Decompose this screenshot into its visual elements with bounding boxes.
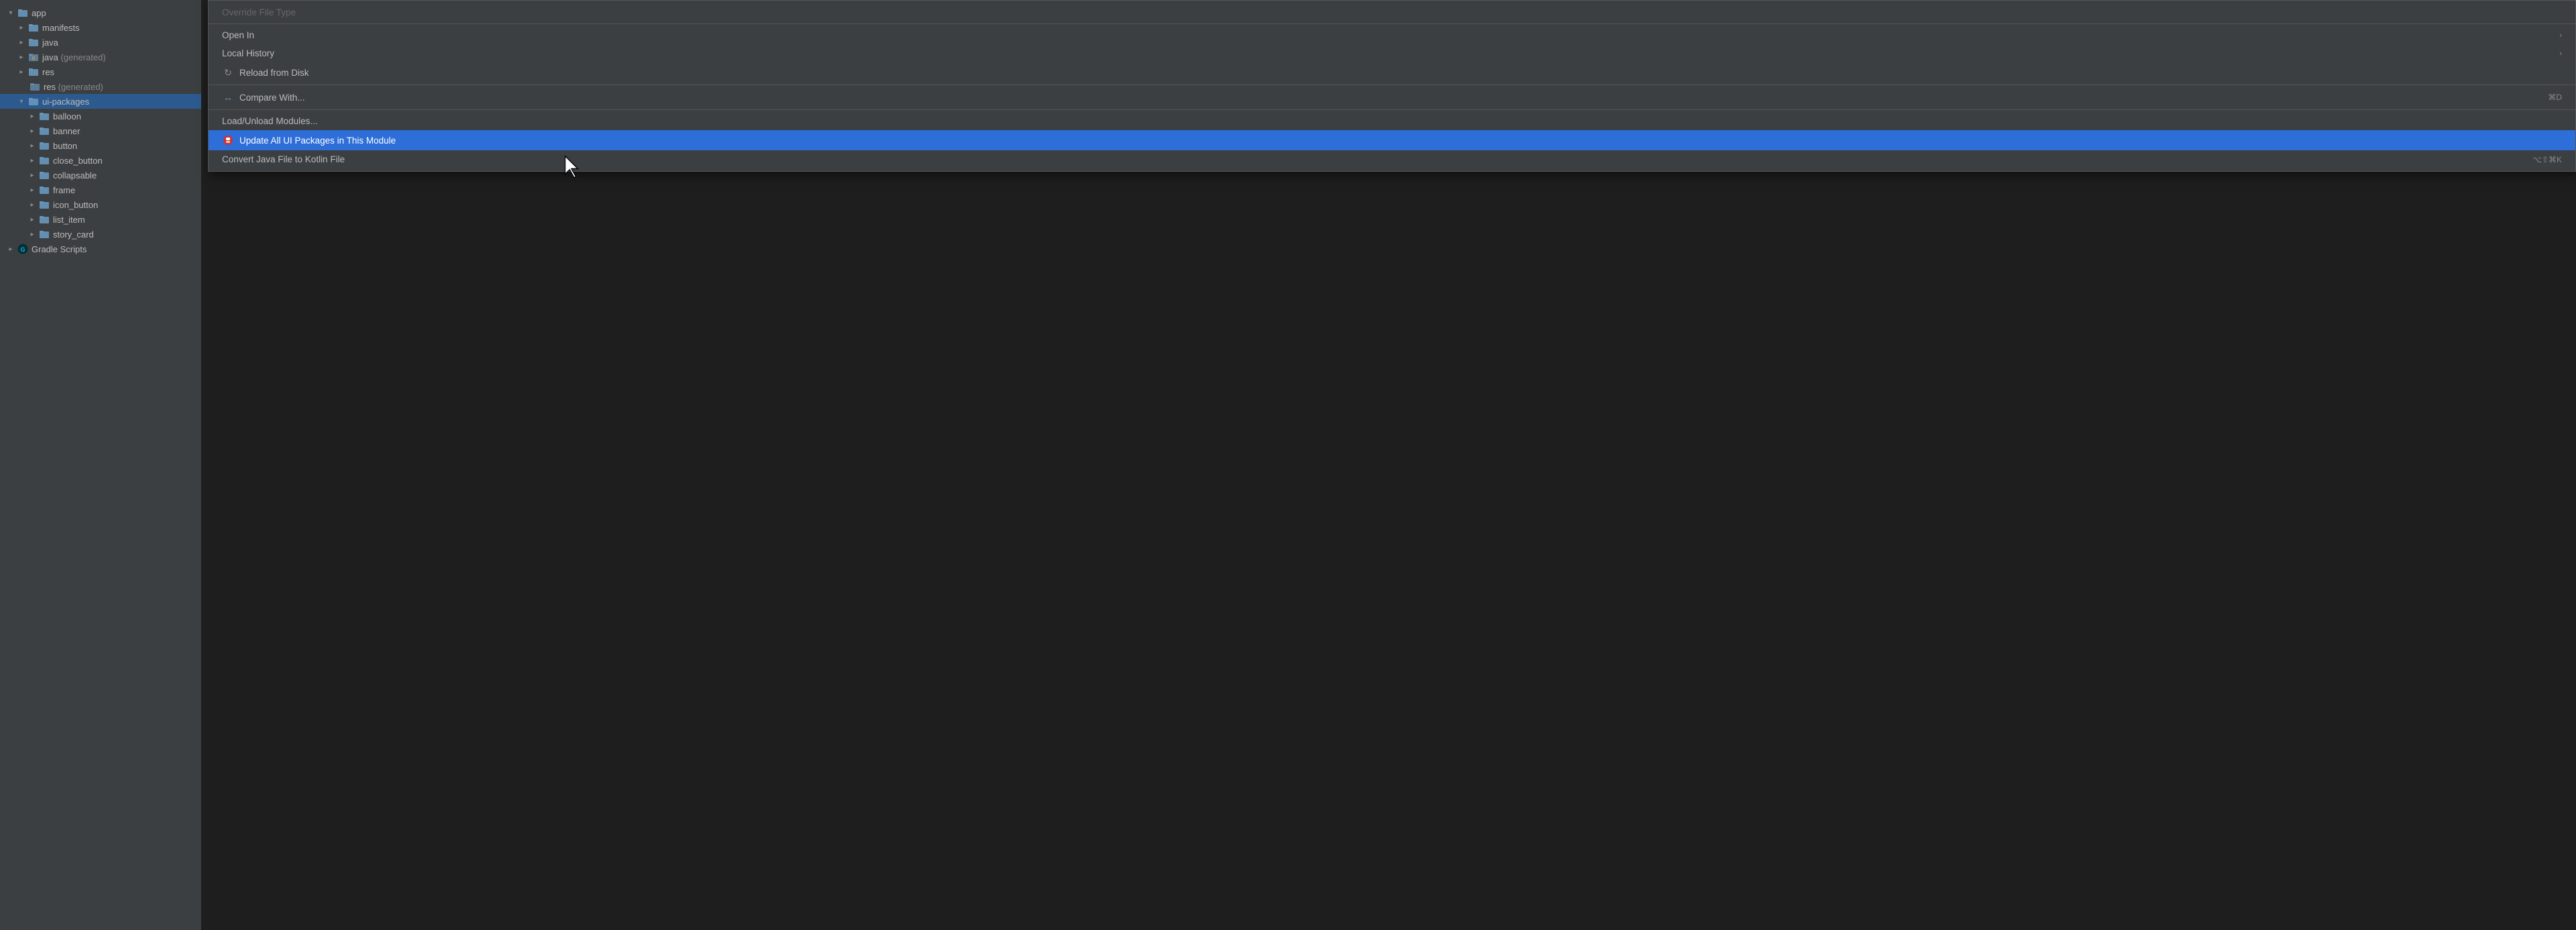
tree-item-story-card[interactable]: story_card	[0, 227, 201, 242]
folder-icon-res-generated	[30, 81, 40, 92]
svg-text:G: G	[20, 246, 25, 253]
folder-icon-manifests	[28, 22, 39, 33]
tree-item-res-label: res	[42, 67, 54, 77]
tree-item-close-button[interactable]: close_button	[0, 153, 201, 168]
tree-item-gradle-scripts[interactable]: G Gradle Scripts	[0, 242, 201, 256]
chevron-ui-packages	[16, 96, 27, 107]
tree-item-manifests[interactable]: manifests	[0, 20, 201, 35]
tree-item-java-label: java	[42, 38, 58, 48]
tree-item-res-generated[interactable]: res (generated)	[0, 79, 201, 94]
chevron-list-item	[27, 214, 38, 225]
update-all-ui-packages-label: Update All UI Packages in This Module	[239, 136, 396, 146]
tree-item-collapsable[interactable]: collapsable	[0, 168, 201, 183]
override-file-type-label: Override File Type	[222, 7, 296, 17]
svg-text:g: g	[32, 56, 35, 60]
tree-item-button-label: button	[53, 141, 77, 151]
folder-icon-banner	[39, 125, 50, 136]
reload-icon: ↻	[222, 66, 234, 79]
tree-item-collapsable-label: collapsable	[53, 170, 97, 180]
res-generated-suffix: (generated)	[58, 82, 103, 92]
tree-item-story-card-label: story_card	[53, 229, 94, 240]
chevron-balloon	[27, 111, 38, 121]
menu-item-open-in[interactable]: Open In ›	[209, 26, 2575, 44]
context-menu: Override File Type Open In › Local Histo…	[208, 0, 2576, 172]
chevron-res	[16, 66, 27, 77]
menu-item-load-unload-modules[interactable]: Load/Unload Modules...	[209, 112, 2575, 130]
compare-icon: ↔	[222, 91, 234, 103]
tree-item-ui-packages[interactable]: ui-packages	[0, 94, 201, 109]
compare-with-label: Compare With...	[239, 93, 305, 103]
tree-item-gradle-scripts-label: Gradle Scripts	[32, 244, 87, 254]
tree-item-banner[interactable]: banner	[0, 123, 201, 138]
open-in-label: Open In	[222, 30, 254, 40]
tree-item-list-item[interactable]: list_item	[0, 212, 201, 227]
tree-item-java-generated[interactable]: g java (generated)	[0, 50, 201, 64]
plugin-red-icon	[222, 134, 234, 146]
menu-item-reload-from-disk[interactable]: ↻ Reload from Disk	[209, 62, 2575, 83]
tree-item-app[interactable]: app	[0, 5, 201, 20]
chevron-manifests	[16, 22, 27, 33]
menu-item-convert-java-kotlin[interactable]: Convert Java File to Kotlin File ⌥⇧⌘K	[209, 150, 2575, 168]
java-generated-suffix: (generated)	[60, 52, 105, 62]
folder-icon-close-button	[39, 155, 50, 166]
folder-icon-icon-button	[39, 199, 50, 210]
project-tree-sidebar: app manifests java g	[0, 0, 201, 930]
tree-item-ui-packages-label: ui-packages	[42, 97, 89, 107]
tree-item-res[interactable]: res	[0, 64, 201, 79]
tree-item-icon-button[interactable]: icon_button	[0, 197, 201, 212]
tree-item-res-generated-label: res (generated)	[44, 82, 103, 92]
menu-separator-1	[209, 23, 2575, 24]
chevron-close-button	[27, 155, 38, 166]
chevron-java-generated	[16, 52, 27, 62]
local-history-submenu-arrow: ›	[2559, 50, 2562, 58]
open-in-submenu-arrow: ›	[2559, 32, 2562, 40]
tree-item-banner-label: banner	[53, 126, 80, 136]
compare-with-shortcut: ⌘D	[2548, 93, 2562, 102]
folder-icon-app	[17, 7, 28, 18]
chevron-icon-button	[27, 199, 38, 210]
chevron-gradle-scripts	[5, 244, 16, 254]
local-history-label: Local History	[222, 48, 274, 58]
folder-icon-balloon	[39, 111, 50, 121]
folder-icon-story-card	[39, 229, 50, 240]
folder-icon-collapsable	[39, 170, 50, 180]
tree-item-button[interactable]: button	[0, 138, 201, 153]
menu-item-compare-with[interactable]: ↔ Compare With... ⌘D	[209, 87, 2575, 107]
chevron-collapsable	[27, 170, 38, 180]
menu-item-override-file-type[interactable]: Override File Type	[209, 3, 2575, 21]
tree-item-list-item-label: list_item	[53, 215, 85, 225]
menu-item-update-all-ui-packages[interactable]: Update All UI Packages in This Module	[209, 130, 2575, 150]
load-unload-modules-label: Load/Unload Modules...	[222, 116, 318, 126]
chevron-java	[16, 37, 27, 48]
folder-icon-java	[28, 37, 39, 48]
main-area: Override File Type Open In › Local Histo…	[201, 0, 2576, 930]
folder-icon-button	[39, 140, 50, 151]
menu-separator-3	[209, 109, 2575, 110]
tree-item-balloon[interactable]: balloon	[0, 109, 201, 123]
tree-item-frame-label: frame	[53, 185, 75, 195]
chevron-banner	[27, 125, 38, 136]
convert-java-kotlin-shortcut: ⌥⇧⌘K	[2532, 155, 2562, 164]
folder-icon-res	[28, 66, 39, 77]
tree-item-manifests-label: manifests	[42, 23, 80, 33]
tree-item-java[interactable]: java	[0, 35, 201, 50]
tree-item-icon-button-label: icon_button	[53, 200, 98, 210]
folder-icon-frame	[39, 185, 50, 195]
chevron-frame	[27, 185, 38, 195]
chevron-story-card	[27, 229, 38, 240]
folder-icon-list-item	[39, 214, 50, 225]
tree-item-java-generated-label: java (generated)	[42, 52, 106, 62]
tree-item-balloon-label: balloon	[53, 111, 81, 121]
chevron-button	[27, 140, 38, 151]
folder-icon-ui-packages	[28, 96, 39, 107]
folder-icon-java-generated: g	[28, 52, 39, 62]
tree-item-close-button-label: close_button	[53, 156, 103, 166]
gradle-icon: G	[17, 244, 28, 254]
tree-item-app-label: app	[32, 8, 46, 18]
menu-item-local-history[interactable]: Local History ›	[209, 44, 2575, 62]
convert-java-kotlin-label: Convert Java File to Kotlin File	[222, 154, 345, 164]
tree-item-frame[interactable]: frame	[0, 183, 201, 197]
chevron-app	[5, 7, 16, 18]
reload-from-disk-label: Reload from Disk	[239, 68, 309, 78]
